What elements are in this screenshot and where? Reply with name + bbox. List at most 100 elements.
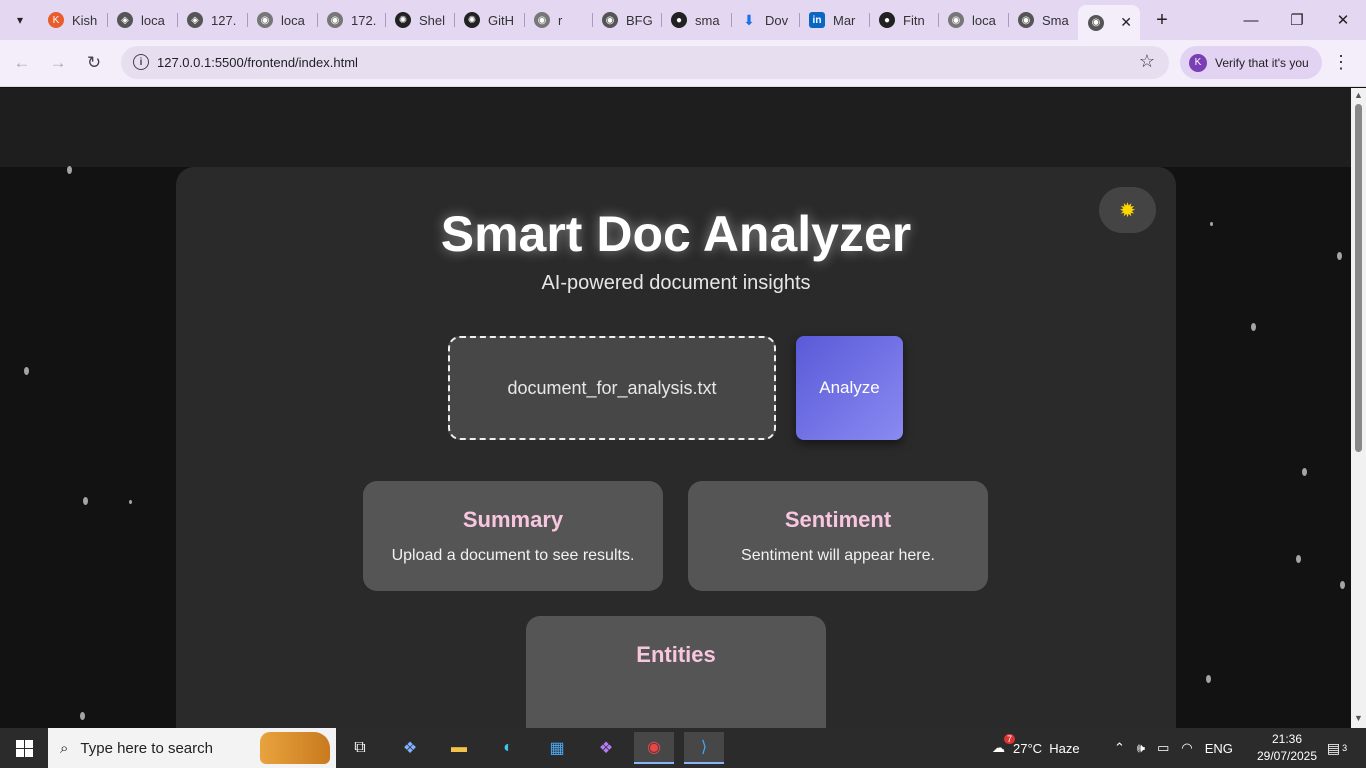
github-icon: ● (879, 12, 895, 28)
github-icon: ● (671, 12, 687, 28)
reload-button[interactable]: ↻ (82, 51, 106, 75)
k-logo-icon: K (48, 12, 64, 28)
summary-title: Summary (462, 507, 564, 532)
minimize-button[interactable]: — (1228, 0, 1274, 40)
particle (83, 497, 88, 505)
globe-icon: ◉ (602, 12, 618, 28)
page-title: Smart Doc Analyzer (440, 206, 912, 262)
tab-r[interactable]: ◉ r (524, 6, 592, 34)
tab-smart[interactable]: ◉ Sma (1008, 6, 1076, 34)
windows-logo-icon (15, 739, 33, 757)
tab-downloads[interactable]: ⬇ Dov (731, 6, 799, 34)
address-bar[interactable]: i 127.0.0.1:5500/frontend/index.html ☆ (121, 46, 1169, 79)
bookmark-star-icon[interactable]: ☆ (1139, 51, 1155, 72)
chevron-up-icon[interactable]: ⌃ (1114, 740, 1125, 756)
download-icon: ⬇ (743, 11, 755, 28)
sentiment-card: Sentiment Sentiment will appear here. (688, 481, 988, 591)
tab-127[interactable]: ◈ 127. (177, 6, 247, 34)
store-button[interactable]: ▦ (537, 732, 577, 764)
tab-bfg[interactable]: ◉ BFG (592, 6, 660, 34)
taskbar-clock[interactable]: 21:36 29/07/2025 (1252, 731, 1322, 765)
edge-icon: ◐ (503, 739, 513, 756)
tab-localhost-1[interactable]: ◈ loca (107, 6, 177, 34)
chevron-down-icon: ▾ (16, 13, 24, 27)
openai-icon: ✺ (464, 12, 480, 28)
tab-label: BFG (626, 12, 653, 28)
m365-icon: ❖ (598, 740, 614, 757)
close-window-button[interactable]: ✕ (1320, 0, 1366, 40)
speaker-icon[interactable]: 🕪 (1137, 740, 1145, 756)
summary-card: Summary Upload a document to see results… (363, 481, 663, 591)
profile-verify-button[interactable]: K Verify that it's you (1180, 46, 1322, 79)
globe-icon: ◉ (327, 12, 343, 28)
tab-linkedin[interactable]: in Mar (799, 6, 869, 34)
site-info-icon[interactable]: i (133, 54, 149, 70)
tab-label: r (558, 12, 563, 28)
openai-icon: ✺ (395, 12, 411, 28)
tab-search-button[interactable]: ▾ (8, 8, 32, 32)
vscode-button[interactable]: ⟩ (684, 732, 724, 764)
analyze-button[interactable]: Analyze (796, 336, 903, 440)
tab-github[interactable]: ✺ GitH (454, 6, 524, 34)
copilot-button[interactable]: ❖ (390, 732, 430, 764)
compass-icon: ◈ (187, 12, 203, 28)
file-upload-dropzone[interactable]: document_for_analysis.txt (448, 336, 776, 440)
tab-localhost-3[interactable]: ◉ loca (938, 6, 1008, 34)
menu-kebab-icon[interactable]: ⋮ (1332, 52, 1350, 73)
windows-taskbar: ⌕ Type here to search ⧉ ❖ ▬ ◐ ▦ ❖ ◉ ⟩ ☁ 7… (0, 728, 1366, 768)
tab-label: loca (141, 12, 165, 28)
particle (129, 500, 132, 504)
tab-label: Shel (419, 12, 446, 28)
clock-time: 21:36 (1271, 732, 1303, 746)
taskbar-search[interactable]: ⌕ Type here to search (48, 728, 336, 768)
back-button[interactable]: ← (10, 51, 34, 75)
weather-widget[interactable]: ☁ 7 27°C Haze (992, 728, 1080, 768)
weather-badge: 7 (1004, 734, 1016, 744)
particle (1340, 581, 1345, 589)
particle (1210, 222, 1213, 226)
particle (67, 166, 72, 174)
file-explorer-button[interactable]: ▬ (439, 732, 479, 764)
particle (1206, 675, 1211, 683)
scroll-down-icon[interactable]: ▼ (1354, 713, 1363, 723)
arrow-right-icon: → (49, 53, 67, 72)
restore-icon: ❐ (1290, 12, 1304, 29)
minimize-icon: — (1243, 11, 1259, 29)
globe-icon: ◉ (1088, 14, 1104, 31)
new-tab-button[interactable]: + (1150, 8, 1174, 32)
particle (24, 367, 29, 375)
plus-icon: + (1156, 8, 1168, 31)
sentiment-title: Sentiment (784, 507, 892, 532)
battery-icon[interactable]: ▭ (1157, 740, 1169, 756)
restore-button[interactable]: ❐ (1274, 0, 1320, 40)
tab-fitness-github[interactable]: ● Fitn (869, 6, 937, 34)
scroll-thumb[interactable] (1355, 104, 1362, 452)
system-tray: ⌃ 🕪 ▭ ◠ ENG (1114, 728, 1233, 768)
tab-kish[interactable]: K Kish (38, 6, 106, 34)
page-scrollbar[interactable]: ▲ ▼ (1351, 88, 1366, 728)
scroll-up-icon[interactable]: ▲ (1354, 90, 1363, 100)
tab-active[interactable]: ◉ ✕ (1078, 5, 1140, 40)
address-url[interactable]: 127.0.0.1:5500/frontend/index.html (157, 55, 358, 70)
chrome-button[interactable]: ◉ (634, 732, 674, 764)
tab-label: GitH (488, 12, 514, 28)
tab-localhost-2[interactable]: ◉ loca (247, 6, 317, 34)
start-button[interactable] (0, 728, 48, 768)
notification-count: 3 (1342, 743, 1348, 753)
tab-label: Mar (833, 12, 856, 28)
close-tab-icon[interactable]: ✕ (1120, 14, 1132, 31)
search-icon: ⌕ (60, 739, 69, 757)
wifi-icon[interactable]: ◠ (1181, 740, 1192, 756)
m365-button[interactable]: ❖ (586, 732, 626, 764)
tab-label: 127. (211, 12, 237, 28)
tab-shell[interactable]: ✺ Shel (385, 6, 453, 34)
copilot-icon: ❖ (402, 740, 418, 757)
profile-verify-label: Verify that it's you (1215, 55, 1309, 70)
tab-smart-github[interactable]: ● sma (661, 6, 731, 34)
task-view-button[interactable]: ⧉ (340, 732, 380, 764)
notification-center-button[interactable]: ▤ 3 (1322, 736, 1352, 760)
edge-button[interactable]: ◐ (488, 732, 528, 764)
language-indicator[interactable]: ENG (1205, 741, 1233, 756)
forward-button[interactable]: → (46, 51, 70, 75)
tab-172[interactable]: ◉ 172. (317, 6, 385, 34)
